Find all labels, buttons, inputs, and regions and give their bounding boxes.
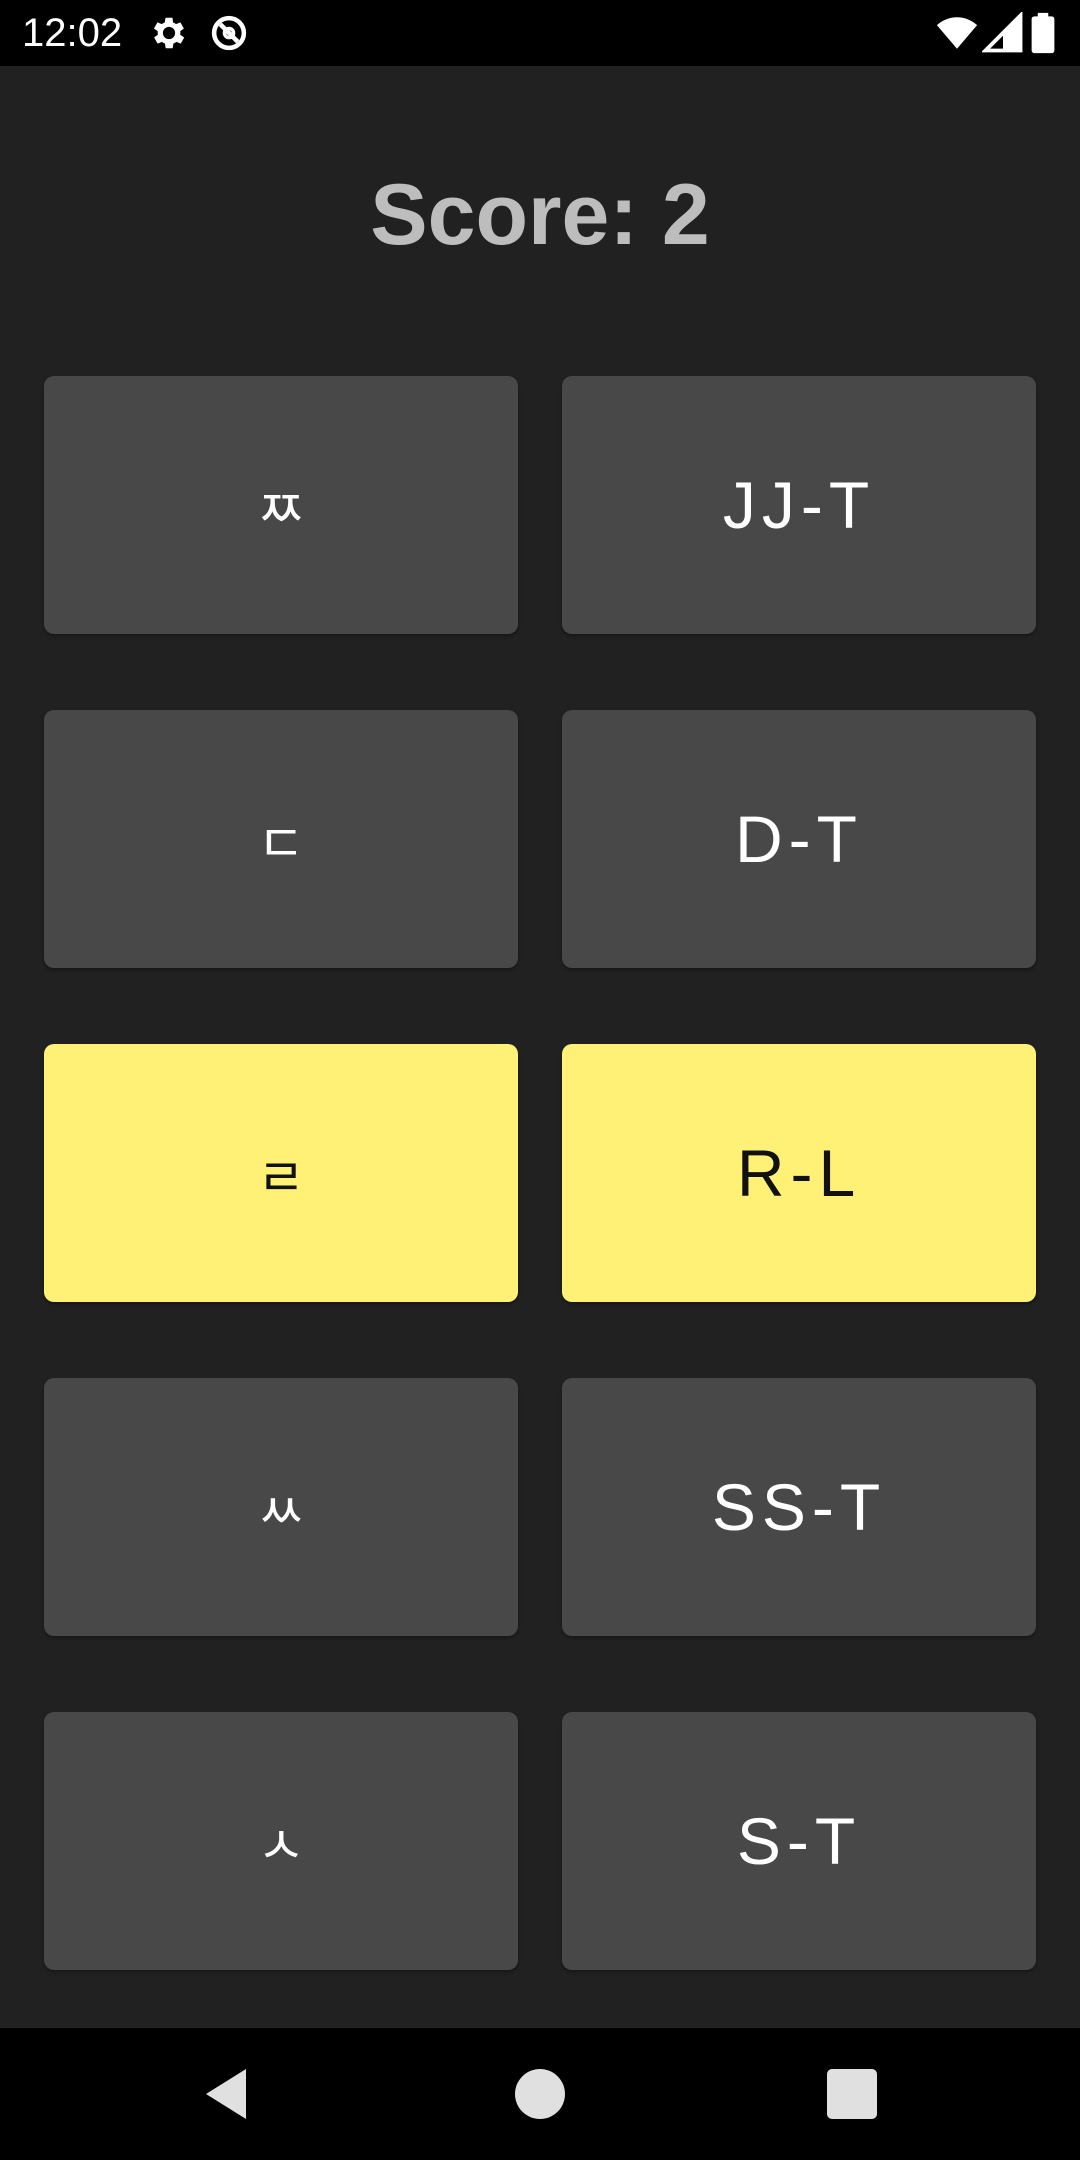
- tile-korean-label: ㄷ: [257, 814, 305, 875]
- tile-roman-jj-t[interactable]: JJ-T: [562, 376, 1036, 634]
- tile-korean-label: ㅆ: [257, 1482, 305, 1543]
- recents-icon[interactable]: [822, 2064, 882, 2124]
- tile-korean-label: ㅅ: [257, 1816, 305, 1877]
- data-saver-icon: [208, 12, 250, 54]
- tile-roman-label: S-T: [736, 1804, 862, 1878]
- tile-roman-label: JJ-T: [722, 468, 876, 542]
- tile-korean-s[interactable]: ㅅ: [44, 1712, 518, 1970]
- tile-korean-jj[interactable]: ㅉ: [44, 376, 518, 634]
- signal-icon: [982, 12, 1024, 54]
- score-label: Score: 2: [370, 167, 710, 263]
- tile-korean-r-selected[interactable]: ㄹ: [44, 1044, 518, 1302]
- navigation-bar: [0, 2028, 1080, 2160]
- tile-roman-s-t[interactable]: S-T: [562, 1712, 1036, 1970]
- tile-roman-d-t[interactable]: D-T: [562, 710, 1036, 968]
- tile-korean-ss[interactable]: ㅆ: [44, 1378, 518, 1636]
- tile-korean-d[interactable]: ㄷ: [44, 710, 518, 968]
- battery-icon: [1030, 12, 1056, 54]
- home-icon[interactable]: [510, 2064, 570, 2124]
- tile-grid: ㅉ JJ-T ㄷ D-T ㄹ R-L ㅆ SS-T ㅅ S-T: [44, 376, 1036, 1970]
- tile-roman-r-l-selected[interactable]: R-L: [562, 1044, 1036, 1302]
- tile-roman-label: D-T: [735, 802, 863, 876]
- tile-korean-label: ㄹ: [257, 1148, 305, 1209]
- game-screen: 12:02 Score: 2 ㅉ JJ-T ㄷ D-T ㄹ R-L ㅆ SS-T…: [0, 0, 1080, 2160]
- tile-roman-ss-t[interactable]: SS-T: [562, 1378, 1036, 1636]
- status-time: 12:02: [22, 11, 123, 55]
- tile-roman-label: SS-T: [711, 1470, 887, 1544]
- back-icon[interactable]: [196, 2064, 256, 2124]
- status-bar: 12:02: [0, 0, 1080, 66]
- tile-korean-label: ㅉ: [257, 480, 305, 541]
- wifi-icon: [936, 12, 978, 54]
- tile-roman-label: R-L: [736, 1136, 862, 1210]
- settings-icon: [148, 12, 190, 54]
